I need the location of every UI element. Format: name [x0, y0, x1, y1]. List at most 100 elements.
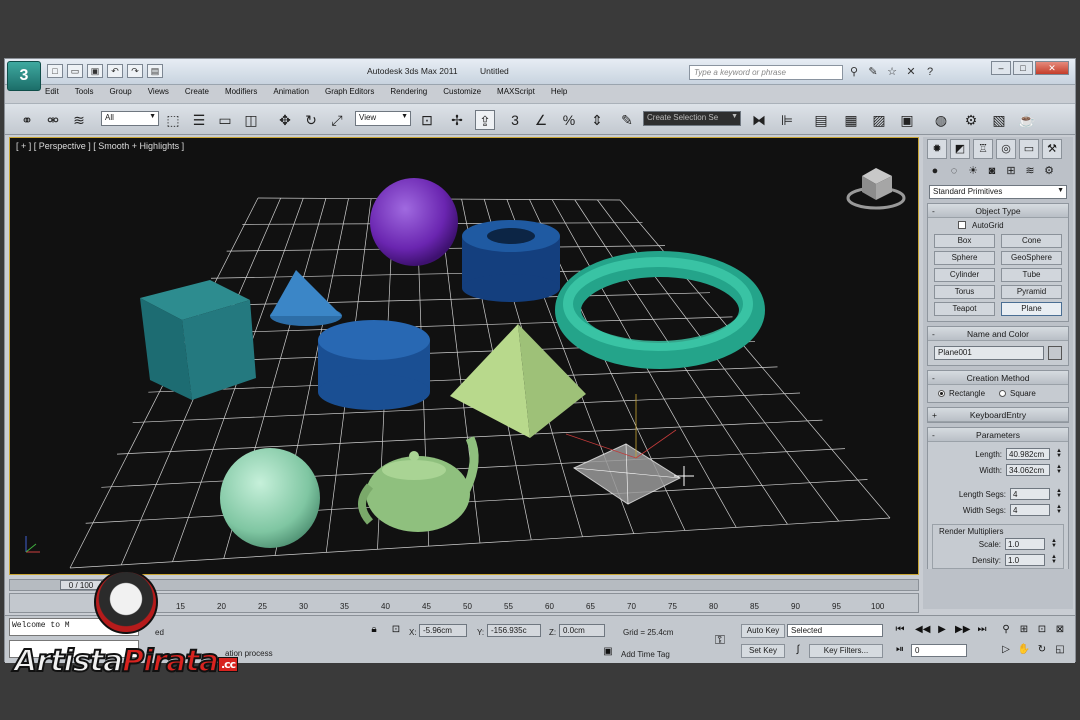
width-segs-arrows[interactable]: ▲ ▼ — [1056, 504, 1062, 515]
helpers-icon[interactable]: ⊞ — [1003, 163, 1019, 179]
lights-icon[interactable]: ☀ — [965, 163, 981, 179]
select-by-name-icon[interactable]: ☰ — [189, 110, 209, 130]
new-file-icon[interactable]: □ — [47, 64, 63, 78]
angle-snap-icon[interactable]: ∠ — [531, 110, 551, 130]
zoom-extents-icon[interactable]: ⊡ — [1035, 624, 1049, 635]
cylinder-object[interactable] — [318, 320, 430, 410]
cylinder-button[interactable]: Cylinder — [934, 268, 995, 282]
unlink-icon[interactable]: ⚮ — [43, 110, 63, 130]
reference-coordinate-dropdown[interactable]: View — [355, 111, 411, 126]
select-link-icon[interactable]: ⚭ — [17, 110, 37, 130]
menu-edit[interactable]: Edit — [45, 87, 59, 101]
pivot-center-icon[interactable]: ⊡ — [417, 110, 437, 130]
render-setup-icon[interactable]: ⚙ — [961, 110, 981, 130]
geosphere-button[interactable]: GeoSphere — [1001, 251, 1062, 265]
parameters-header[interactable]: - Parameters — [928, 428, 1068, 442]
menu-rendering[interactable]: Rendering — [390, 87, 427, 101]
rectangular-selection-icon[interactable]: ▭ — [215, 110, 235, 130]
menu-modifiers[interactable]: Modifiers — [225, 87, 257, 101]
menu-customize[interactable]: Customize — [443, 87, 481, 101]
next-frame-icon[interactable]: ▶▶ — [955, 624, 970, 635]
creation-method-header[interactable]: - Creation Method — [928, 371, 1068, 385]
pyramid-button[interactable]: Pyramid — [1001, 285, 1062, 299]
cone-button[interactable]: Cone — [1001, 234, 1062, 248]
mirror-icon[interactable]: ⧓ — [749, 110, 769, 130]
maximize-viewport-icon[interactable]: ◱ — [1053, 644, 1067, 655]
undo-icon[interactable]: ↶ — [107, 64, 123, 78]
sphere-button[interactable]: Sphere — [934, 251, 995, 265]
teapot-button[interactable]: Teapot — [934, 302, 995, 316]
keyboard-entry-header[interactable]: + KeyboardEntry — [928, 408, 1068, 422]
rendered-frame-window-icon[interactable]: ▧ — [989, 110, 1009, 130]
window-crossing-icon[interactable]: ◫ — [241, 110, 261, 130]
geosphere-object[interactable] — [220, 448, 320, 548]
open-file-icon[interactable]: ▭ — [67, 64, 83, 78]
zoom-icon[interactable]: ⚲ — [999, 624, 1013, 635]
menu-group[interactable]: Group — [109, 87, 131, 101]
scale-icon[interactable]: ⤢ — [327, 110, 347, 130]
pan-view-icon[interactable]: ✋ — [1017, 644, 1031, 655]
primitive-category-dropdown[interactable]: Standard Primitives — [929, 185, 1067, 199]
object-color-swatch[interactable] — [1048, 346, 1062, 360]
viewport-label[interactable]: [ + ] [ Perspective ] [ Smooth + Highlig… — [16, 141, 184, 151]
width-spinner[interactable]: 34.062cm — [1006, 464, 1050, 476]
close-x-icon[interactable]: ✕ — [904, 65, 918, 79]
binoculars-icon[interactable]: ⚲ — [847, 65, 861, 79]
key-mode-dropdown[interactable]: Selected — [787, 624, 883, 637]
motion-tab-icon[interactable]: ◎ — [996, 139, 1016, 159]
geometry-icon[interactable]: ● — [927, 163, 943, 179]
modify-tab-icon[interactable]: ◩ — [950, 139, 970, 159]
snaps-toggle-icon[interactable]: 3 — [505, 110, 525, 130]
add-time-tag[interactable]: Add Time Tag — [621, 650, 670, 659]
save-icon[interactable]: ▣ — [87, 64, 103, 78]
absolute-mode-icon[interactable]: ⊡ — [389, 624, 403, 635]
space-warps-icon[interactable]: ≋ — [1022, 163, 1038, 179]
edit-named-selection-icon[interactable]: ✎ — [617, 110, 637, 130]
keyboard-shortcut-override-icon[interactable]: ⇪ — [475, 110, 495, 130]
pyramid-object[interactable] — [450, 324, 586, 438]
torus-object[interactable] — [555, 251, 765, 369]
menu-create[interactable]: Create — [185, 87, 209, 101]
menu-animation[interactable]: Animation — [273, 87, 309, 101]
key-filters-button[interactable]: Key Filters... — [809, 644, 883, 658]
menu-maxscript[interactable]: MAXScript — [497, 87, 535, 101]
star-icon[interactable]: ☆ — [885, 65, 899, 79]
object-type-header[interactable]: - Object Type — [928, 204, 1068, 218]
scale-arrows[interactable]: ▲ ▼ — [1051, 538, 1057, 549]
perspective-viewport[interactable]: [ + ] [ Perspective ] [ Smooth + Highlig… — [9, 137, 919, 575]
torus-button[interactable]: Torus — [934, 285, 995, 299]
shapes-icon[interactable]: ◌ — [946, 163, 962, 179]
display-tab-icon[interactable]: ▭ — [1019, 139, 1039, 159]
box-button[interactable]: Box — [934, 234, 995, 248]
curve-editor-icon[interactable]: ▨ — [869, 110, 889, 130]
close-window-icon[interactable]: ✕ — [1035, 61, 1069, 75]
field-of-view-icon[interactable]: ▷ — [999, 644, 1013, 655]
go-to-start-icon[interactable]: ⏮ — [893, 624, 907, 635]
menu-graph-editors[interactable]: Graph Editors — [325, 87, 374, 101]
tube-object[interactable] — [462, 220, 560, 302]
time-tag-icon[interactable]: ▣ — [601, 646, 615, 657]
z-coordinate-field[interactable]: 0.0cm — [559, 624, 605, 637]
width-spinner-arrows[interactable]: ▲ ▼ — [1056, 464, 1062, 475]
systems-icon[interactable]: ⚙ — [1041, 163, 1057, 179]
length-spinner-arrows[interactable]: ▲ ▼ — [1056, 448, 1062, 459]
set-key-button[interactable]: Set Key — [741, 644, 785, 658]
zoom-all-icon[interactable]: ⊞ — [1017, 624, 1031, 635]
viewcube-icon[interactable] — [846, 168, 906, 210]
sphere-object[interactable] — [370, 178, 458, 266]
width-segs-spinner[interactable]: 4 — [1010, 504, 1050, 516]
tube-button[interactable]: Tube — [1001, 268, 1062, 282]
length-segs-spinner[interactable]: 4 — [1010, 488, 1050, 500]
select-manipulate-icon[interactable]: ✢ — [447, 110, 467, 130]
rotate-icon[interactable]: ↻ — [301, 110, 321, 130]
selection-filter-dropdown[interactable]: All — [101, 111, 159, 126]
key-tangent-icon[interactable]: ∫ — [791, 644, 805, 655]
y-coordinate-field[interactable]: -156.935c — [487, 624, 541, 637]
auto-key-button[interactable]: Auto Key — [741, 624, 785, 638]
zoom-extents-all-icon[interactable]: ⊠ — [1053, 624, 1067, 635]
key-mode-toggle-icon[interactable]: ⏯ — [893, 644, 907, 655]
object-name-field[interactable]: Plane001 — [934, 346, 1044, 360]
menu-help[interactable]: Help — [551, 87, 567, 101]
graphite-modeling-icon[interactable]: ▦ — [841, 110, 861, 130]
plane-button[interactable]: Plane — [1001, 302, 1062, 316]
